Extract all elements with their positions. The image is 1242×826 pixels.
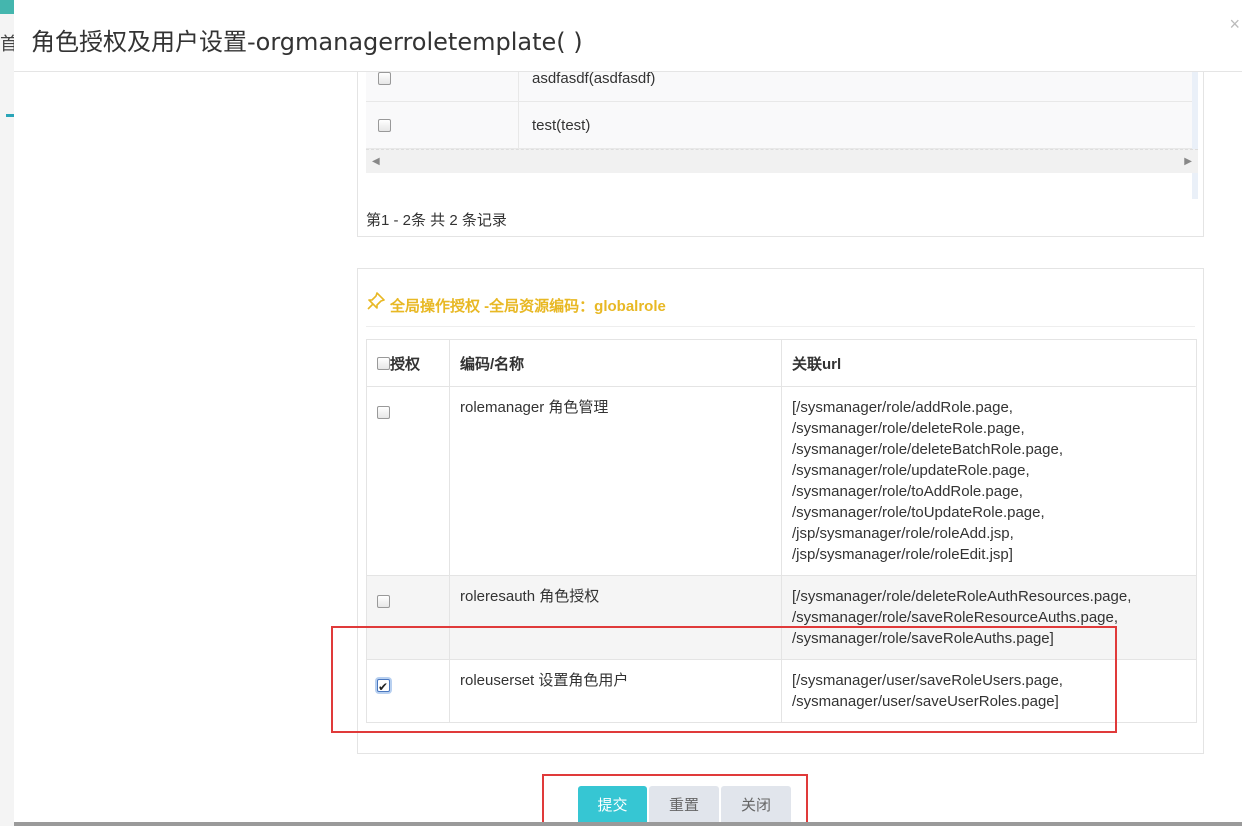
background-tab-indicator — [6, 114, 14, 117]
panel-title: 全局操作授权 -全局资源编码：globalrole — [390, 298, 666, 315]
table-row: rolemanager 角色管理 [/sysmanager/role/addRo… — [366, 386, 1197, 576]
horizontal-scrollbar[interactable]: ◀ ▶ — [366, 149, 1198, 173]
role-label: test(test) — [532, 117, 591, 134]
table-row[interactable]: test(test) — [366, 102, 1192, 149]
scroll-right-icon[interactable]: ▶ — [1184, 156, 1192, 167]
background-logo-strip — [0, 0, 14, 14]
role-label: asdfasdf(asdfasdf) — [532, 70, 656, 87]
modal-title: 角色授权及用户设置-orgmanagerroletemplate( ) — [31, 28, 583, 56]
pin-icon — [367, 292, 385, 310]
pagination-info: 第1 - 2条 共 2 条记录 — [366, 212, 507, 229]
modal-header: 角色授权及用户设置-orgmanagerroletemplate( ) × — [14, 0, 1242, 72]
roles-panel: asdfasdf(asdfasdf) test(test) ◀ ▶ 第1 - 2… — [357, 52, 1204, 237]
background-nav-text: 首 — [0, 34, 14, 54]
highlight-box-buttons — [542, 774, 808, 822]
table-header-row: 授权 编码/名称 关联url — [366, 339, 1197, 387]
auth-checkbox[interactable] — [377, 405, 390, 419]
select-all-checkbox[interactable] — [377, 356, 390, 370]
url-cell: [/sysmanager/role/addRole.page, /sysmana… — [781, 386, 1197, 576]
panel-header: 全局操作授权 -全局资源编码：globalrole — [366, 291, 1195, 327]
auth-checkbox[interactable] — [377, 594, 390, 608]
role-checkbox[interactable] — [378, 119, 391, 132]
highlight-box-row — [331, 626, 1117, 733]
close-icon[interactable]: × — [1229, 14, 1240, 35]
role-auth-modal: 角色授权及用户设置-orgmanagerroletemplate( ) × as… — [14, 0, 1242, 822]
code-name-cell: rolemanager 角色管理 — [449, 386, 782, 576]
role-checkbox[interactable] — [378, 72, 391, 85]
column-header-auth-label: 授权 — [390, 355, 421, 373]
column-header-auth: 授权 — [366, 339, 450, 387]
column-header-code: 编码/名称 — [449, 339, 782, 387]
scroll-left-icon[interactable]: ◀ — [372, 156, 380, 167]
background-page: 首 — [0, 0, 14, 826]
vertical-scrollbar[interactable] — [1192, 72, 1198, 199]
column-header-url: 关联url — [781, 339, 1197, 387]
